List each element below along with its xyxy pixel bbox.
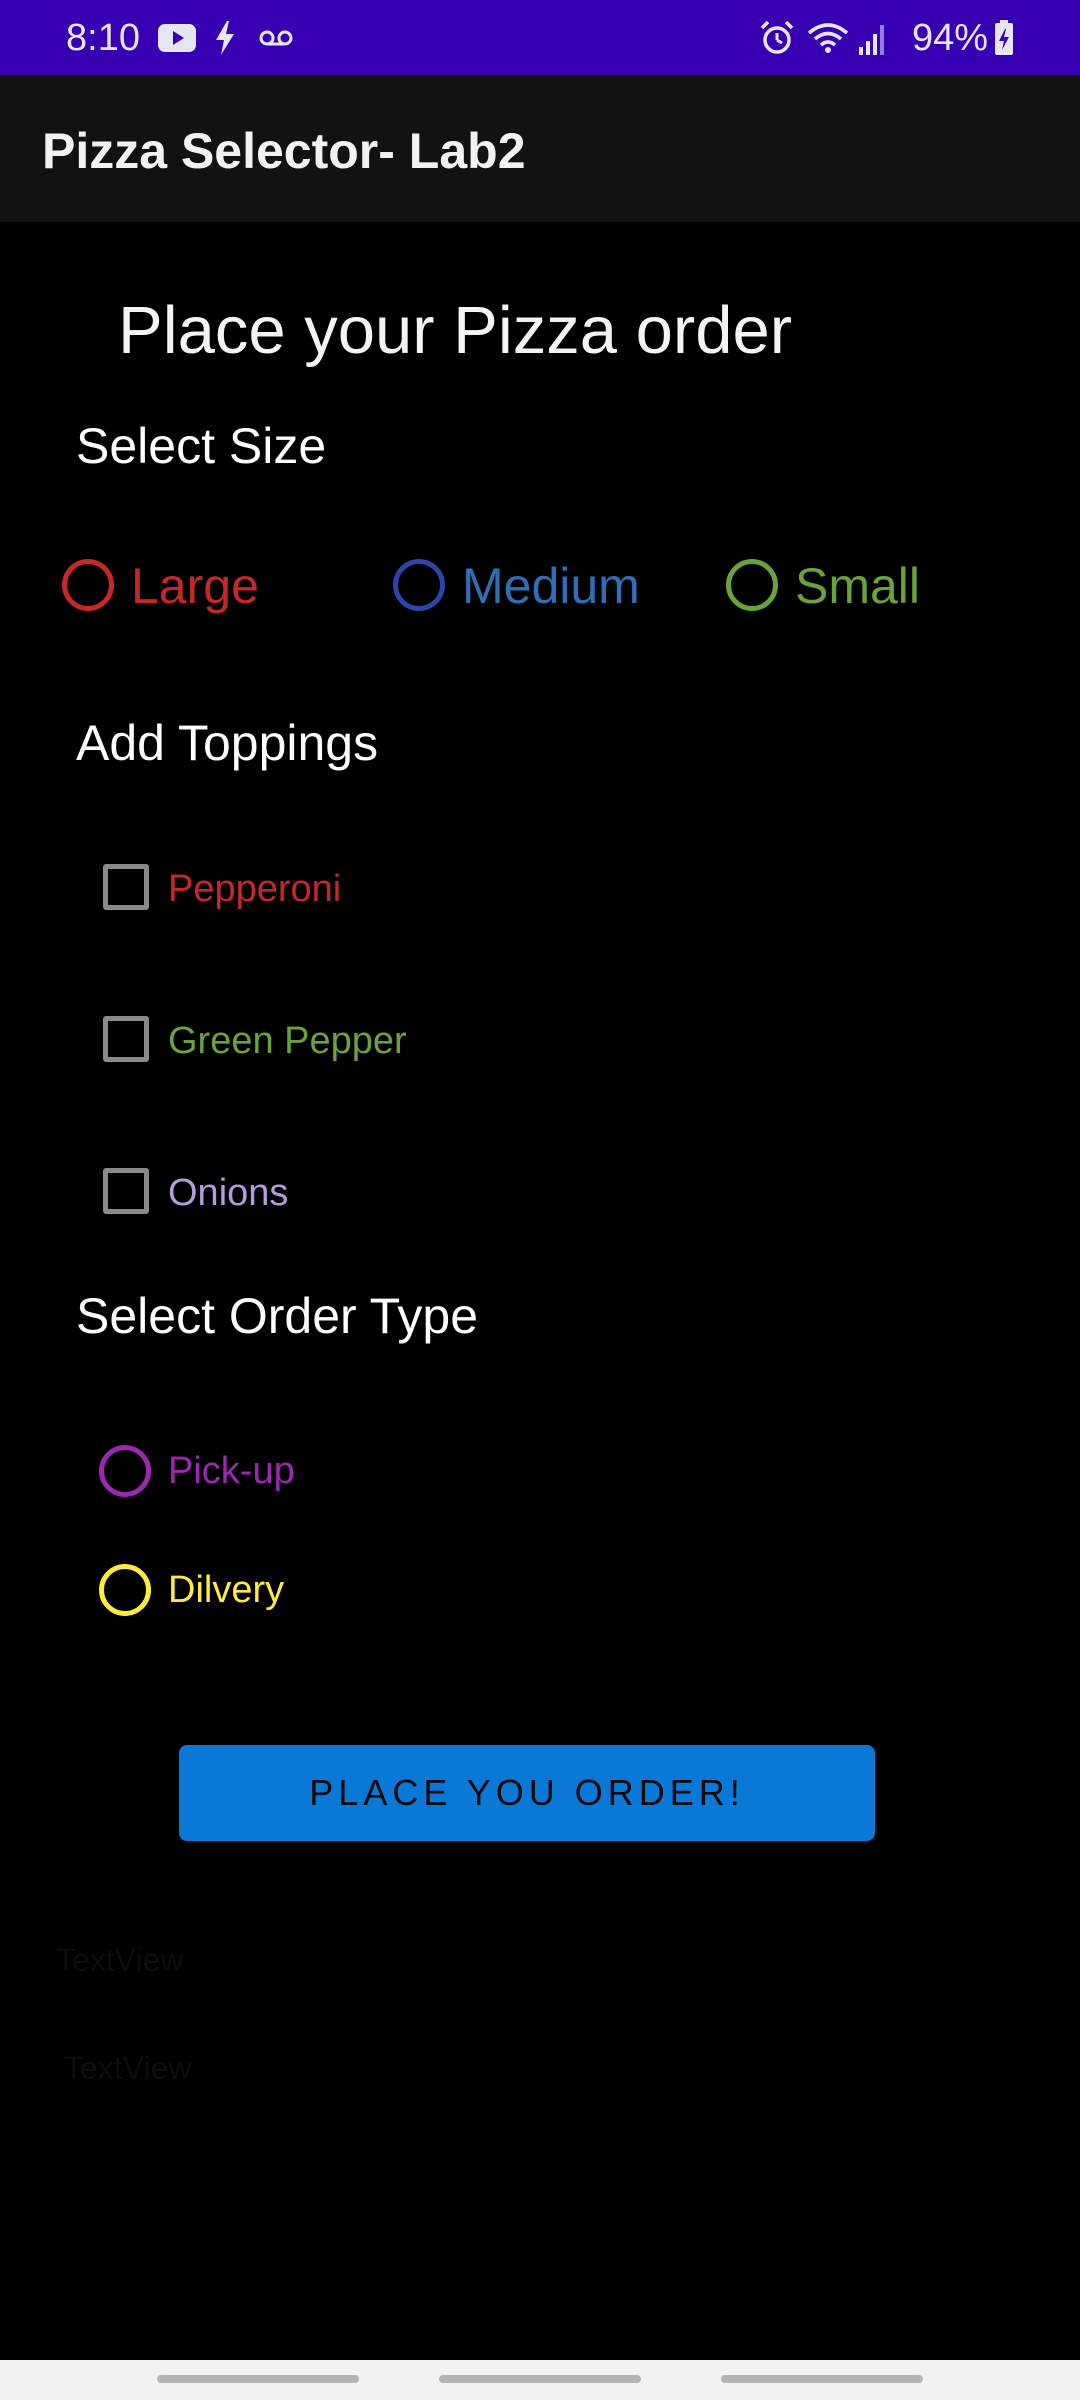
checkbox-icon[interactable] [103, 864, 149, 910]
wifi-icon [807, 23, 849, 53]
radio-button-icon[interactable] [726, 559, 778, 611]
topping-label-onions: Onions [168, 1172, 289, 1214]
battery-icon [995, 20, 1013, 55]
result-textview-2: TextView [64, 2050, 192, 2086]
alarm-icon [760, 20, 794, 54]
order-label-delivery: Dilvery [168, 1569, 285, 1611]
topping-label-green-pepper: Green Pepper [168, 1020, 407, 1062]
youtube-icon [158, 24, 196, 52]
order-label-pickup: Pick-up [168, 1450, 295, 1492]
pizza-selector-screen: 8:10 94% Pizza Selector- Lab2 Place your… [0, 0, 1080, 2400]
result-textview-1: TextView [56, 1942, 184, 1978]
radio-button-icon[interactable] [99, 1564, 151, 1616]
status-time: 8:10 [66, 17, 140, 59]
page-title: Place your Pizza order [118, 293, 793, 368]
status-bar: 8:10 94% [0, 0, 1080, 75]
voicemail-icon [259, 30, 293, 46]
nav-home-handle[interactable] [439, 2375, 641, 2383]
topping-label-pepperoni: Pepperoni [168, 868, 342, 910]
radio-button-icon[interactable] [393, 559, 445, 611]
size-label-large: Large [131, 558, 259, 614]
checkbox-icon[interactable] [103, 1016, 149, 1062]
battery-percent: 94% [911, 17, 988, 59]
radio-button-icon[interactable] [62, 559, 114, 611]
radio-button-icon[interactable] [99, 1445, 151, 1497]
size-label-small: Small [795, 558, 921, 614]
app-title: Pizza Selector- Lab2 [42, 123, 526, 179]
app-bar: Pizza Selector- Lab2 [0, 75, 1080, 222]
checkbox-icon[interactable] [103, 1168, 149, 1214]
size-heading: Select Size [76, 418, 327, 474]
size-label-medium: Medium [462, 558, 640, 614]
order-type-heading: Select Order Type [76, 1288, 479, 1344]
nav-recents-handle[interactable] [157, 2375, 359, 2383]
signal-icon [859, 25, 884, 55]
charging-bolt-icon [216, 21, 234, 55]
navigation-bar [0, 2360, 1080, 2400]
place-order-button[interactable]: PLACE YOU ORDER! [179, 1745, 875, 1841]
nav-back-handle[interactable] [721, 2375, 923, 2383]
toppings-heading: Add Toppings [76, 715, 379, 771]
